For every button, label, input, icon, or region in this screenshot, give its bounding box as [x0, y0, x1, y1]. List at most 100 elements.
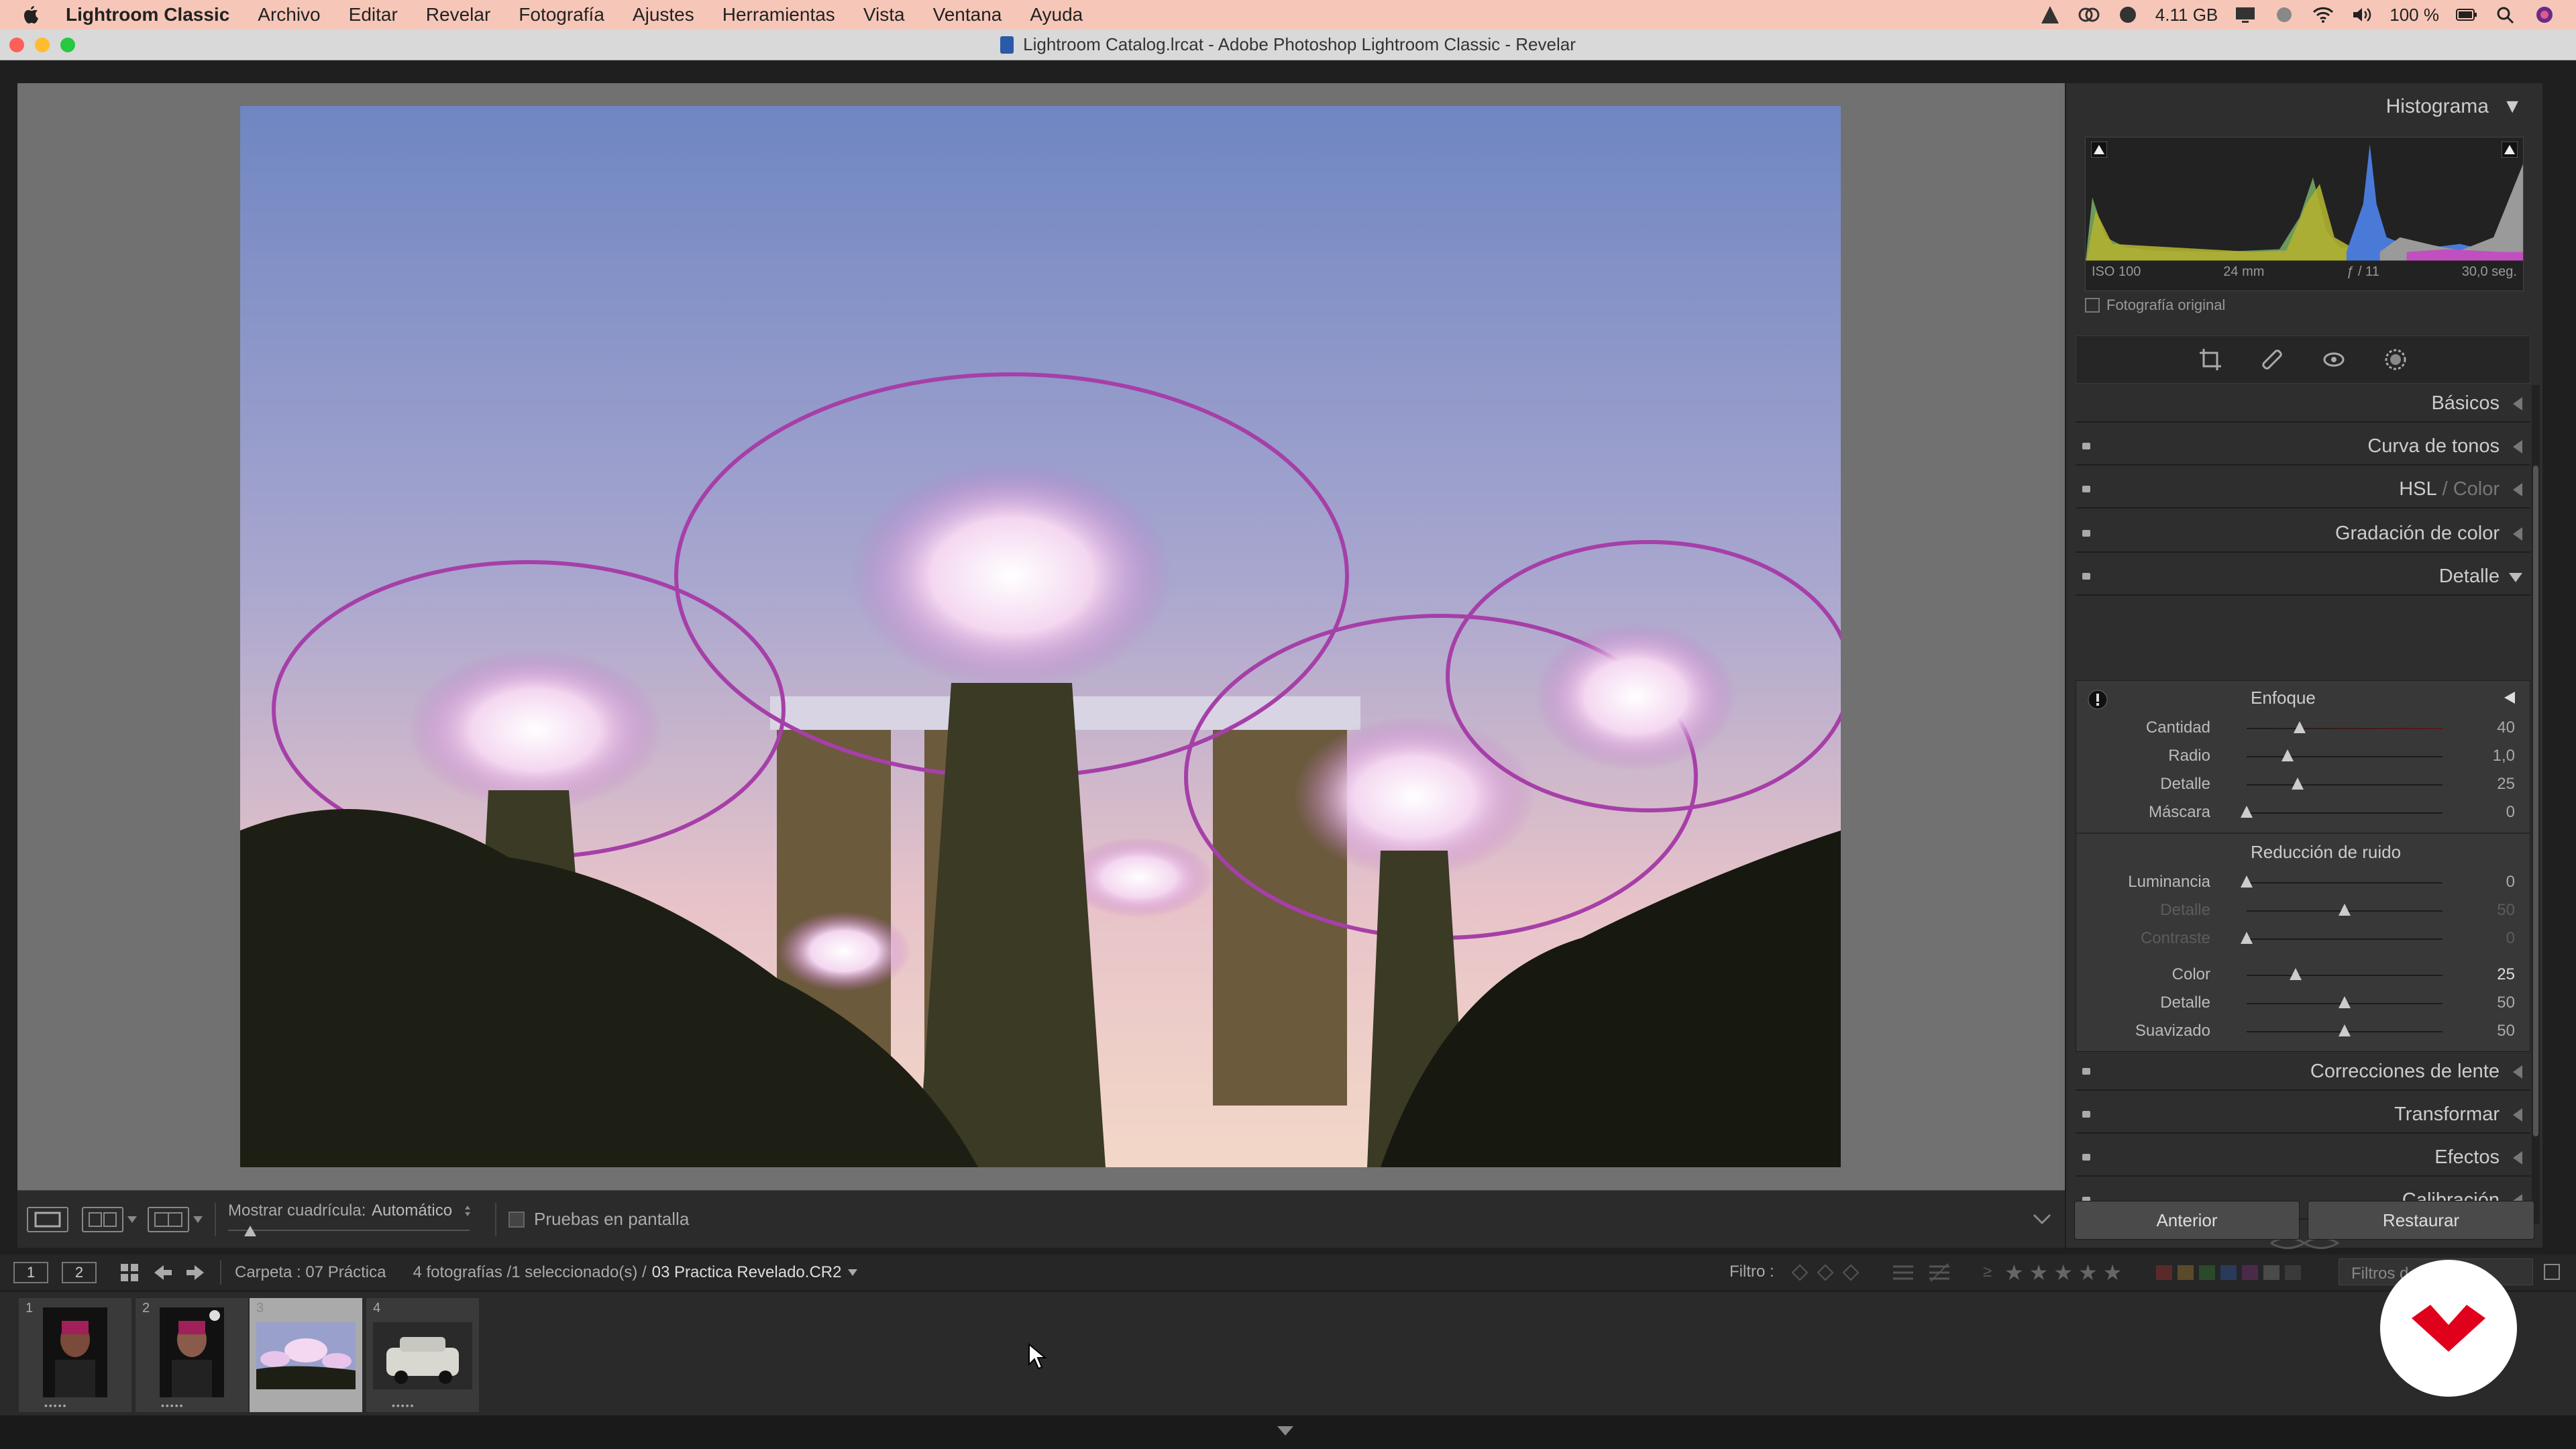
filmstrip-thumb-4[interactable]: 4 •••••: [366, 1298, 479, 1412]
highlight-clipping-icon[interactable]: [2502, 142, 2518, 158]
crop-icon[interactable]: [2198, 347, 2222, 372]
slider-value[interactable]: 0: [2506, 873, 2515, 892]
menu-ajustes[interactable]: Ajustes: [633, 4, 694, 25]
star-icon[interactable]: ★: [2004, 1260, 2024, 1285]
slider-detalle-color[interactable]: Detalle 50: [2076, 989, 2531, 1016]
masking-icon[interactable]: [2383, 347, 2408, 372]
reset-button[interactable]: Restaurar: [2308, 1201, 2534, 1240]
menu-revelar[interactable]: Revelar: [426, 4, 490, 25]
chevron-down-icon[interactable]: [127, 1216, 137, 1223]
star-icon[interactable]: ★: [2103, 1260, 2123, 1285]
slider-value[interactable]: 40: [2497, 718, 2515, 737]
slider-track[interactable]: [2247, 784, 2443, 786]
original-photo-checkbox[interactable]: [2085, 298, 2100, 313]
virtual-copy-filter-icon[interactable]: [1892, 1263, 1915, 1283]
section-transformar[interactable]: Transformar: [2076, 1096, 2530, 1134]
vpn-icon[interactable]: [2273, 5, 2296, 25]
spotlight-search-icon[interactable]: [2494, 5, 2517, 25]
unflag-filter-icon[interactable]: [1817, 1264, 1834, 1281]
display-icon[interactable]: [2234, 5, 2257, 25]
folder-source[interactable]: Carpeta : 07 Práctica: [235, 1263, 386, 1282]
loupe-view-button[interactable]: [27, 1206, 68, 1232]
slider-thumb[interactable]: [2241, 806, 2253, 818]
main-photo[interactable]: [240, 106, 1841, 1167]
grid-size-track[interactable]: [228, 1229, 470, 1231]
section-detalle[interactable]: Detalle: [2076, 558, 2530, 596]
menu-ventana[interactable]: Ventana: [933, 4, 1002, 25]
before-after-lr-button[interactable]: [82, 1206, 123, 1232]
filmstrip-collapse-triangle-icon[interactable]: [1277, 1426, 1293, 1436]
grid-size-thumb[interactable]: [244, 1225, 256, 1236]
section-switch[interactable]: [2082, 1154, 2090, 1161]
slider-thumb[interactable]: [2290, 968, 2302, 980]
slider-suavizado[interactable]: Suavizado 50: [2076, 1018, 2531, 1044]
section-basicos[interactable]: Básicos: [2076, 385, 2530, 423]
chevron-down-icon[interactable]: [193, 1216, 203, 1223]
warning-icon[interactable]: [2087, 689, 2108, 710]
slider-value[interactable]: 50: [2497, 1022, 2515, 1040]
color-filter-red[interactable]: [2156, 1265, 2172, 1280]
section-switch[interactable]: [2082, 530, 2090, 537]
slider-value[interactable]: 50: [2497, 994, 2515, 1012]
slider-color[interactable]: Color 25: [2076, 961, 2531, 988]
panel-scrollbar[interactable]: [2532, 385, 2540, 1224]
menu-archivo[interactable]: Archivo: [258, 4, 320, 25]
menu-herramientas[interactable]: Herramientas: [722, 4, 835, 25]
volume-icon[interactable]: [2351, 5, 2373, 25]
slider-value[interactable]: 25: [2497, 965, 2515, 984]
slider-track[interactable]: [2247, 812, 2443, 814]
slider-track[interactable]: [2247, 975, 2443, 976]
section-efectos[interactable]: Efectos: [2076, 1139, 2530, 1177]
current-filename[interactable]: 03 Practica Revelado.CR2: [652, 1263, 842, 1282]
color-filter-custom[interactable]: [2263, 1265, 2279, 1280]
slider-thumb[interactable]: [2339, 996, 2351, 1008]
siri-icon[interactable]: [2533, 5, 2556, 25]
toolbar-menu-chevron-icon[interactable]: [2033, 1214, 2051, 1224]
red-eye-icon[interactable]: [2322, 347, 2346, 372]
shadow-clipping-icon[interactable]: [2091, 142, 2107, 158]
slider-luminancia[interactable]: Luminancia 0: [2076, 869, 2531, 896]
slider-radio[interactable]: Radio 1,0: [2076, 743, 2531, 769]
arrow-left-icon[interactable]: [153, 1264, 173, 1281]
color-filter-purple[interactable]: [2242, 1265, 2258, 1280]
section-switch[interactable]: [2082, 486, 2090, 492]
star-icon[interactable]: ★: [2078, 1260, 2098, 1285]
battery-icon[interactable]: [2455, 5, 2478, 25]
section-switch[interactable]: [2082, 573, 2090, 580]
menu-app-name[interactable]: Lightroom Classic: [66, 4, 229, 25]
section-switch[interactable]: [2082, 443, 2090, 449]
menu-editar[interactable]: Editar: [349, 4, 398, 25]
filter-lock-icon[interactable]: [2544, 1264, 2560, 1280]
color-filter-yellow[interactable]: [2178, 1265, 2194, 1280]
master-copy-filter-icon[interactable]: [1928, 1263, 1951, 1283]
slider-track[interactable]: [2247, 756, 2443, 757]
slider-track[interactable]: [2247, 728, 2443, 729]
wifi-icon[interactable]: [2312, 5, 2334, 25]
slider-thumb[interactable]: [2291, 777, 2304, 790]
section-switch[interactable]: [2082, 1068, 2090, 1075]
apple-icon[interactable]: [21, 5, 42, 25]
slider-value[interactable]: 1,0: [2493, 747, 2515, 765]
window-2-button[interactable]: 2: [62, 1262, 97, 1283]
filmstrip-thumb-3-selected[interactable]: 3: [250, 1298, 362, 1412]
slider-thumb[interactable]: [2282, 749, 2294, 761]
softproof-checkbox[interactable]: [508, 1211, 525, 1228]
vlc-icon[interactable]: [2039, 5, 2061, 25]
chevron-down-icon[interactable]: [848, 1269, 858, 1276]
section-hsl-label[interactable]: HSL: [2399, 478, 2436, 500]
section-switch[interactable]: [2082, 1111, 2090, 1118]
creative-cloud-icon[interactable]: [2078, 5, 2100, 25]
section-hsl-color[interactable]: HSL / Color: [2076, 471, 2530, 508]
color-filter-none[interactable]: [2285, 1265, 2301, 1280]
slider-thumb[interactable]: [2241, 875, 2253, 888]
window-1-button[interactable]: 1: [13, 1262, 48, 1283]
section-correcciones[interactable]: Correcciones de lente: [2076, 1053, 2530, 1091]
previous-settings-button[interactable]: Anterior: [2074, 1201, 2300, 1240]
star-icon[interactable]: ★: [2053, 1260, 2073, 1285]
section-color-label[interactable]: Color: [2453, 478, 2500, 500]
minimize-window-button[interactable]: [35, 38, 50, 52]
menu-fotografia[interactable]: Fotografía: [519, 4, 604, 25]
star-icon[interactable]: ★: [2029, 1260, 2049, 1285]
reject-filter-icon[interactable]: [1842, 1264, 1860, 1281]
slider-track[interactable]: [2247, 882, 2443, 883]
